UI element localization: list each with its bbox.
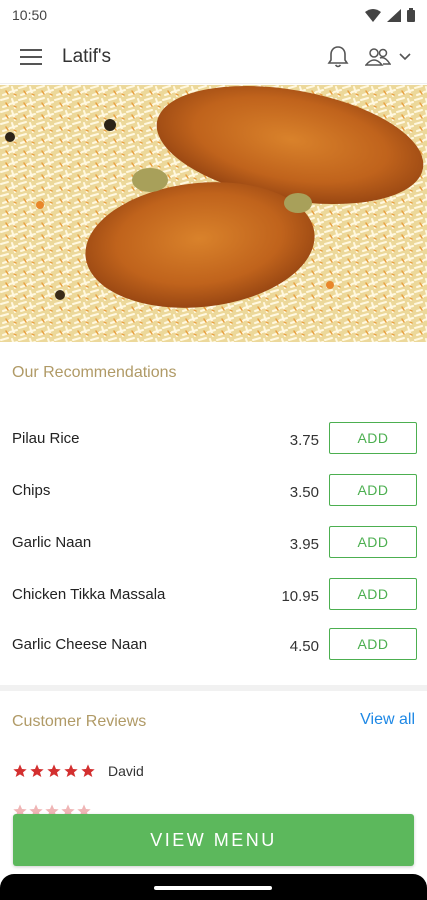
hero-food-image — [0, 85, 427, 342]
add-button[interactable]: ADD — [329, 422, 417, 454]
item-price: 3.95 — [289, 536, 319, 553]
item-price: 3.75 — [289, 432, 319, 449]
review-item: David — [12, 763, 144, 779]
star-icon — [47, 764, 61, 777]
list-item: Chicken Tikka Massala 10.95 ADD — [0, 578, 427, 630]
star-icon — [13, 764, 27, 777]
add-button[interactable]: ADD — [329, 474, 417, 506]
view-menu-button[interactable]: VIEW MENU — [13, 814, 414, 866]
view-all-link[interactable]: View all — [360, 711, 415, 729]
home-gesture-handle[interactable] — [154, 886, 272, 890]
bell-icon — [327, 45, 349, 67]
system-nav-bar — [0, 874, 427, 900]
page-title: Latif's — [62, 45, 112, 67]
chevron-down-icon — [399, 52, 411, 60]
add-button[interactable]: ADD — [329, 628, 417, 660]
star-icon — [30, 764, 44, 777]
signal-icon — [387, 8, 401, 22]
item-name: Garlic Naan — [12, 534, 92, 551]
menu-button[interactable] — [16, 42, 46, 72]
status-bar: 10:50 — [0, 0, 427, 30]
notifications-button[interactable] — [327, 45, 349, 69]
item-name: Pilau Rice — [12, 430, 80, 447]
wifi-icon — [365, 8, 381, 22]
star-icon — [81, 764, 95, 777]
add-button[interactable]: ADD — [329, 526, 417, 558]
list-item: Garlic Cheese Naan 4.50 ADD — [0, 628, 427, 680]
app-bar: Latif's — [0, 30, 427, 84]
star-icon — [64, 764, 78, 777]
section-divider — [0, 685, 427, 691]
star-rating — [12, 763, 96, 779]
account-switch-button[interactable] — [365, 47, 411, 67]
reviewer-name: David — [108, 763, 144, 779]
battery-icon — [407, 8, 415, 22]
item-name: Garlic Cheese Naan — [12, 636, 148, 653]
item-name: Chips — [12, 482, 51, 499]
app-actions — [327, 45, 411, 69]
status-time: 10:50 — [12, 7, 48, 23]
item-price: 3.50 — [289, 484, 319, 501]
list-item: Pilau Rice 3.75 ADD — [0, 422, 427, 474]
item-price: 10.95 — [281, 588, 319, 605]
users-icon — [365, 47, 391, 66]
add-button[interactable]: ADD — [329, 578, 417, 610]
reviews-title: Customer Reviews — [12, 713, 147, 730]
item-price: 4.50 — [289, 638, 319, 655]
hamburger-menu-icon — [20, 48, 42, 65]
list-item: Chips 3.50 ADD — [0, 474, 427, 526]
list-item: Garlic Naan 3.95 ADD — [0, 526, 427, 578]
item-name: Chicken Tikka Massala — [12, 586, 166, 603]
recommendations-title: Our Recommendations — [12, 364, 177, 381]
status-icons — [365, 8, 415, 22]
